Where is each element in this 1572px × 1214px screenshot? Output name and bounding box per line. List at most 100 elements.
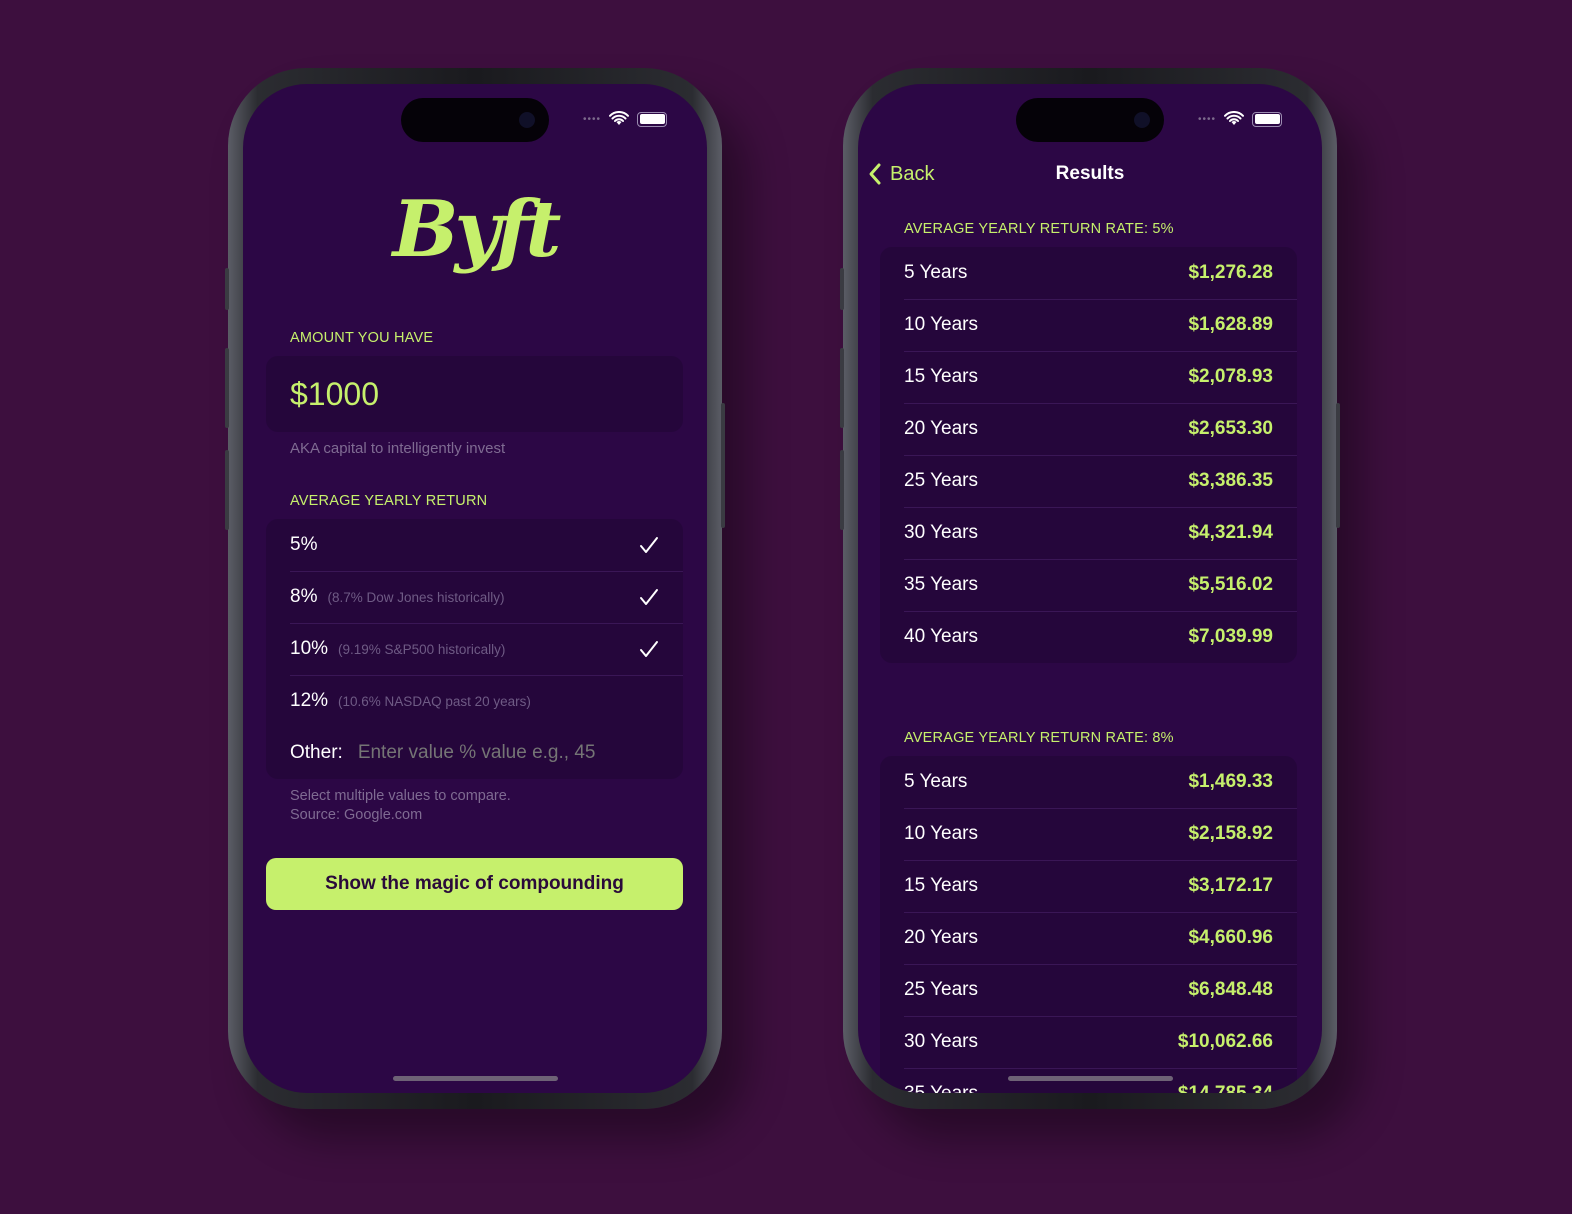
result-years: 5 Years [904,262,968,283]
battery-icon [1252,111,1282,127]
result-row: 30 Years $4,321.94 [880,507,1297,559]
battery-icon [637,111,667,127]
other-row: Other: [266,727,683,779]
result-row: 5 Years $1,276.28 [880,247,1297,299]
status-bar: •••• [583,111,667,127]
result-row: 25 Years $3,386.35 [880,455,1297,507]
signal-icon: •••• [582,113,601,125]
result-years: 10 Years [904,823,978,844]
result-amount: $4,660.96 [1188,927,1273,948]
dynamic-island [1016,98,1164,142]
amount-helper: AKA capital to intelligently invest [290,440,506,457]
result-years: 40 Years [904,626,978,647]
phone-results: •••• Back Results AVERAGE YEARLY RETURN … [840,68,1340,1109]
return-option-5pct[interactable]: 5% [266,519,683,571]
result-row: 35 Years $5,516.02 [880,559,1297,611]
result-amount: $1,276.28 [1188,262,1273,283]
result-years: 35 Years [904,574,978,595]
show-compounding-button[interactable]: Show the magic of compounding [266,858,683,910]
checkmark-icon [640,641,658,657]
amount-input[interactable]: $1000 [266,356,683,432]
result-row: 30 Years $10,062.66 [880,1016,1297,1068]
result-amount: $3,172.17 [1188,875,1273,896]
dynamic-island [401,98,549,142]
section-header: AVERAGE YEARLY RETURN RATE: 8% [904,730,1174,746]
return-option-12pct[interactable]: 12% (10.6% NASDAQ past 20 years) [266,675,683,727]
return-label: AVERAGE YEARLY RETURN [290,493,488,509]
result-years: 25 Years [904,979,978,1000]
return-option-8pct[interactable]: 8% (8.7% Dow Jones historically) [266,571,683,623]
signal-icon: •••• [1197,113,1216,125]
footnote-compare: Select multiple values to compare. [290,788,511,804]
result-row: 20 Years $2,653.30 [880,403,1297,455]
volume-down-button [225,450,229,530]
result-amount: $2,158.92 [1188,823,1273,844]
option-value: 12% [290,690,329,711]
option-note: (10.6% NASDAQ past 20 years) [338,693,531,709]
results-table: 5 Years $1,276.28 10 Years $1,628.89 15 Year… [880,247,1297,663]
result-amount: $10,062.66 [1177,1031,1273,1052]
result-amount: $2,653.30 [1188,418,1273,439]
other-label: Other: [290,742,343,763]
power-button [721,403,725,528]
result-years: 20 Years [904,418,978,439]
result-years: 35 Years [904,1083,978,1093]
result-amount: $5,516.02 [1188,574,1273,595]
result-amount: $3,386.35 [1188,470,1273,491]
results-table: 5 Years $1,469.33 10 Years $2,158.92 15 Year… [880,756,1297,1093]
result-row: 10 Years $1,628.89 [880,299,1297,351]
option-note: (9.19% S&P500 historically) [338,641,506,657]
app-logo: Byft [392,184,562,275]
amount-value[interactable]: $1000 [290,376,379,413]
option-note: (8.7% Dow Jones historically) [327,589,505,605]
result-row: 10 Years $2,158.92 [880,808,1297,860]
return-options-list: 5% 8% (8.7% Dow Jones historically) 10% (9.1… [266,519,683,779]
result-row: 15 Years $3,172.17 [880,860,1297,912]
result-years: 30 Years [904,1031,978,1052]
result-amount: $4,321.94 [1188,522,1273,543]
result-amount: $14,785.34 [1178,1083,1273,1093]
footnote: Select multiple values to compare. Sourc… [290,787,511,825]
checkmark-icon [640,537,658,553]
option-value: 8% [290,586,318,607]
action-button [225,268,229,310]
result-amount: $2,078.93 [1188,366,1273,387]
result-years: 15 Years [904,366,978,387]
result-years: 30 Years [904,522,978,543]
result-amount: $6,848.48 [1188,979,1273,1000]
footnote-source: Source: Google.com [290,807,423,823]
result-row: 20 Years $4,660.96 [880,912,1297,964]
return-option-10pct[interactable]: 10% (9.19% S&P500 historically) [266,623,683,675]
results-screen: •••• Back Results AVERAGE YEARLY RETURN … [858,84,1322,1093]
wifi-icon [609,111,629,125]
result-amount: $1,628.89 [1188,314,1273,335]
volume-down-button [840,450,844,530]
option-value: 10% [290,638,329,659]
home-indicator[interactable] [393,1076,558,1081]
phone-input: •••• Byft AMOUNT YOU HAVE $1000 AKA capi… [225,68,725,1109]
home-indicator[interactable] [1008,1076,1173,1081]
result-row: 40 Years $7,039.99 [880,611,1297,663]
page-title: Results [1055,163,1125,184]
volume-up-button [840,348,844,428]
checkmark-icon [640,589,658,605]
volume-up-button [225,348,229,428]
power-button [1336,403,1340,528]
result-years: 10 Years [904,314,978,335]
amount-label: AMOUNT YOU HAVE [290,330,434,346]
result-row: 5 Years $1,469.33 [880,756,1297,808]
option-value: 5% [290,534,318,555]
result-row: 15 Years $2,078.93 [880,351,1297,403]
result-amount: $1,469.33 [1188,771,1273,792]
wifi-icon [1224,111,1244,125]
result-years: 25 Years [904,470,978,491]
status-bar: •••• [1198,111,1282,127]
result-years: 15 Years [904,875,978,896]
other-input[interactable] [357,742,638,764]
result-row: 25 Years $6,848.48 [880,964,1297,1016]
result-years: 20 Years [904,927,978,948]
action-button [840,268,844,310]
result-amount: $7,039.99 [1188,626,1273,647]
section-header: AVERAGE YEARLY RETURN RATE: 5% [904,221,1174,237]
result-years: 5 Years [904,771,968,792]
